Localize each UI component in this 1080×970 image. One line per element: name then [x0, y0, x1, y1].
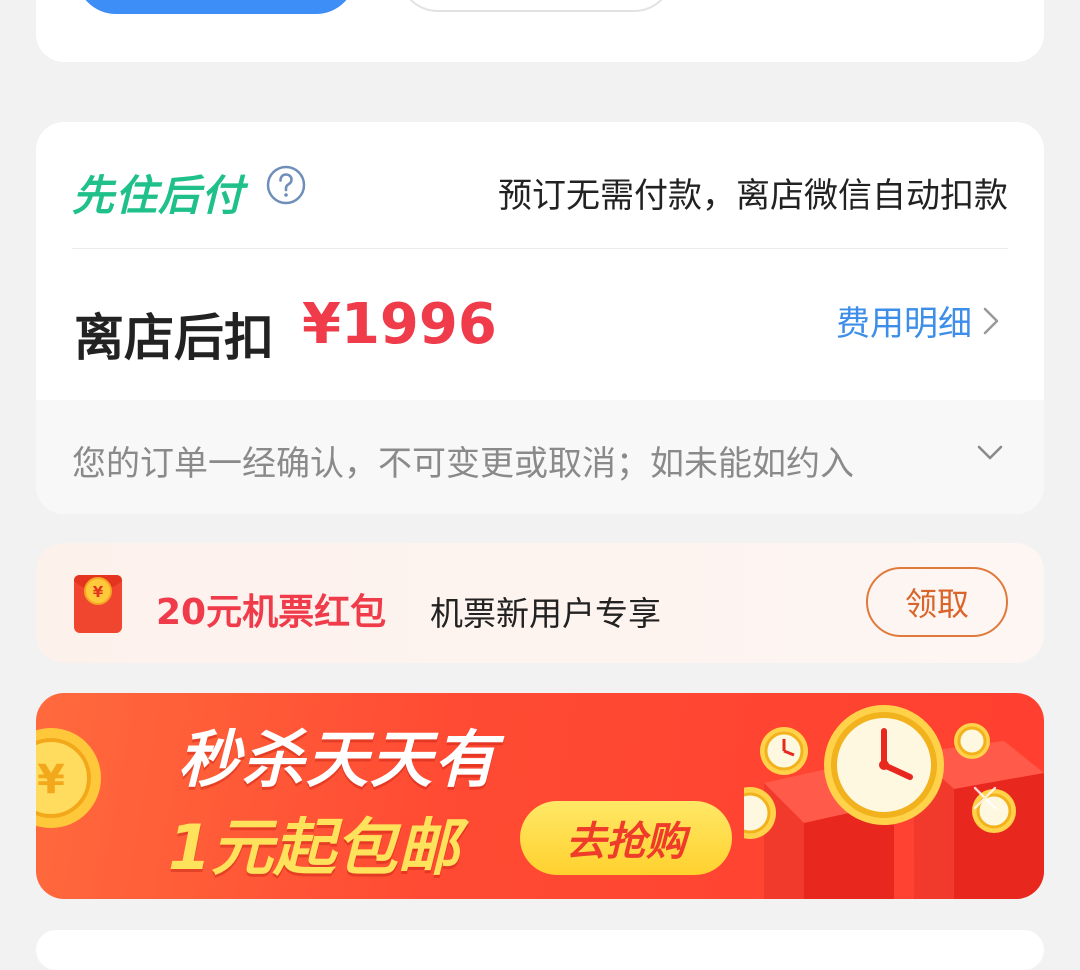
cancellation-notice[interactable]: 您的订单一经确认，不可变更或取消；如未能如约入 — [36, 400, 1044, 514]
svg-text:¥: ¥ — [37, 757, 65, 803]
chevron-down-icon[interactable] — [976, 444, 1004, 462]
chevron-right-icon — [983, 307, 999, 334]
fee-details-label: 费用明细 — [836, 304, 972, 344]
deduct-label: 离店后扣 — [74, 309, 274, 367]
secondary-action-button[interactable] — [398, 0, 674, 12]
top-action-card — [36, 0, 1044, 62]
shop-now-button[interactable]: 去抢购 — [520, 801, 732, 875]
clock-gift-decoration-icon — [744, 705, 1044, 899]
primary-action-button[interactable] — [76, 0, 356, 14]
red-packet-subtitle: 机票新用户专享 — [430, 594, 661, 633]
fee-details-link[interactable]: 费用明细 — [836, 296, 1000, 345]
coin-icon: ¥ — [36, 728, 101, 828]
pay-later-brand: 先住后付 — [72, 171, 245, 220]
red-envelope-icon: ¥ — [74, 575, 122, 633]
pay-later-description: 预订无需付款，离店微信自动扣款 — [498, 176, 1008, 216]
divider — [72, 248, 1008, 249]
close-icon[interactable] — [972, 785, 998, 811]
red-packet-card: ¥ 20元机票红包 机票新用户专享 领取 — [36, 543, 1044, 663]
claim-button[interactable]: 领取 — [866, 567, 1008, 637]
notice-text: 您的订单一经确认，不可变更或取消；如未能如约入 — [72, 444, 854, 484]
deduct-price: ¥1996 — [302, 292, 497, 357]
banner-title: 秒杀天天有 — [178, 723, 499, 796]
help-circle-icon[interactable] — [266, 165, 306, 205]
flash-sale-banner[interactable]: ¥ 秒杀天天有 1元起包邮 去抢购 — [36, 693, 1044, 899]
next-card — [36, 930, 1044, 970]
pay-later-card: 先住后付 预订无需付款，离店微信自动扣款 离店后扣 ¥1996 费用明细 您的订… — [36, 122, 1044, 514]
red-packet-title: 20元机票红包 — [156, 592, 387, 633]
svg-text:¥: ¥ — [93, 583, 104, 601]
banner-subtitle: 1元起包邮 — [168, 811, 460, 884]
